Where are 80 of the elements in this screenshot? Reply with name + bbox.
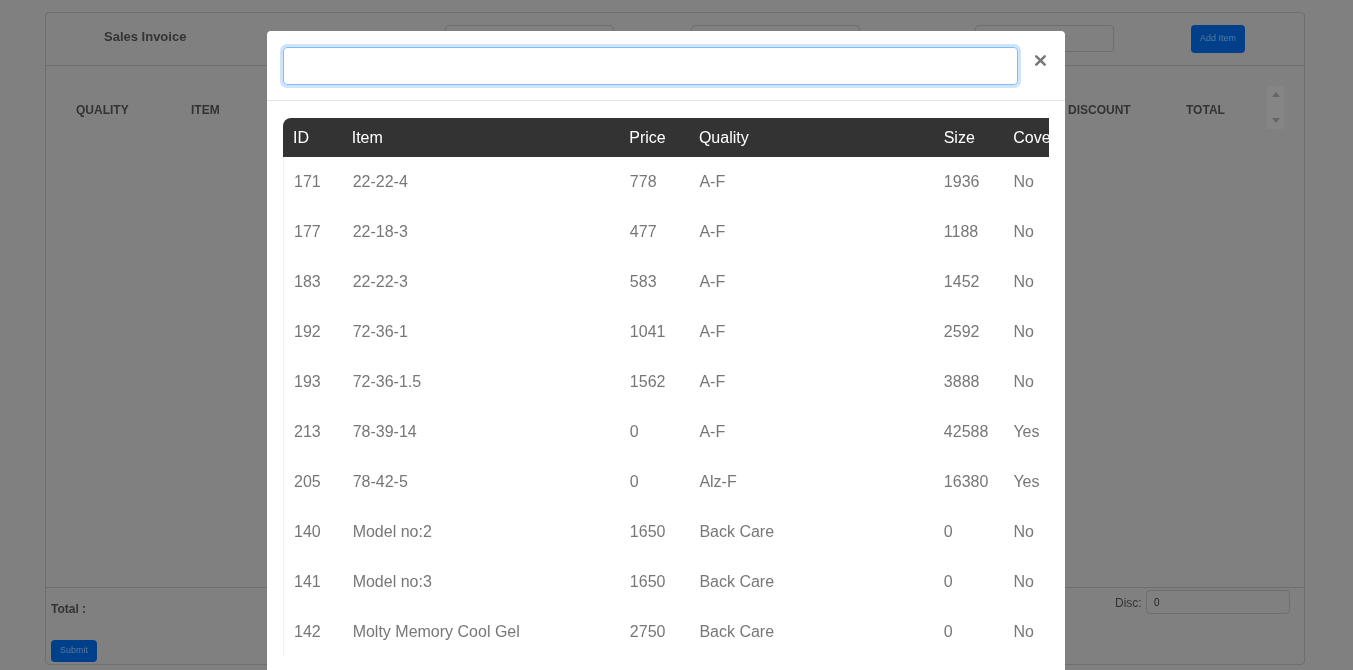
- table-cell-text: 583: [629, 272, 658, 292]
- table-cell-text: A-F: [699, 322, 727, 342]
- table-cell-text: 1452: [943, 272, 981, 292]
- table-cell-text: 42588: [943, 422, 990, 442]
- table-cell-text: 1041: [629, 322, 667, 342]
- table-cell-text: 16380: [943, 472, 990, 492]
- table-cell-text: 78-42-5: [352, 472, 409, 492]
- table-cell-text: 141: [294, 572, 322, 592]
- table-cell-text: 177: [294, 222, 322, 242]
- table-cell-text: 72-36-1.5: [352, 372, 423, 392]
- table-cell-text: 193: [294, 372, 322, 392]
- column-header: Item: [351, 127, 384, 148]
- table-cell-text: 22-18-3: [352, 222, 409, 242]
- table-cell-text: Back Care: [699, 622, 776, 642]
- table-cell-text: Yes: [1013, 472, 1041, 492]
- table-cell-text: A-F: [699, 372, 727, 392]
- table-cell-text: 0: [629, 422, 640, 442]
- table-cell-text: Yes: [1013, 422, 1041, 442]
- total-label: Total :: [51, 601, 87, 618]
- invoice-title: Sales Invoice: [104, 28, 187, 46]
- table-cell-text: 213: [294, 422, 322, 442]
- table-cell-text: No: [1013, 522, 1035, 542]
- column-header: Size: [943, 127, 976, 148]
- table-cell-text: No: [1013, 272, 1035, 292]
- table-cell-text: Alz-F: [699, 472, 738, 492]
- table-cell-text: 2592: [943, 322, 981, 342]
- table-cell-text: No: [1013, 222, 1035, 242]
- table-cell-text: A-F: [699, 172, 727, 192]
- column-header: QUALITY: [76, 102, 129, 119]
- table-cell-text: No: [1013, 572, 1035, 592]
- table-cell-text: 1188: [943, 222, 980, 242]
- column-header: Price: [629, 127, 667, 148]
- column-header: TOTAL: [1186, 102, 1225, 119]
- table-cell-text: 2750: [629, 622, 667, 642]
- table-cell-text: 205: [294, 472, 322, 492]
- up-arrow-icon[interactable]: [1271, 92, 1280, 97]
- table-cell-text: 72-36-1: [352, 322, 409, 342]
- table-cell-text: Model no:3: [352, 572, 433, 592]
- table-cell-text: 22-22-3: [352, 272, 409, 292]
- table-cell-text: Model no:2: [352, 522, 433, 542]
- table-cell-text: 192: [294, 322, 322, 342]
- table-cell-text: 1650: [629, 572, 667, 592]
- table-cell-text: 171: [294, 172, 322, 192]
- disc-field[interactable]: 0: [1146, 590, 1290, 614]
- table-cell-text: 183: [294, 272, 322, 292]
- submit-button[interactable]: Submit: [51, 640, 97, 662]
- scroll-spinner[interactable]: [1267, 86, 1284, 129]
- table-cell-text: 142: [294, 622, 322, 642]
- search-field[interactable]: [283, 47, 1019, 85]
- column-header: Quality: [698, 127, 750, 148]
- table-cell-text: No: [1013, 372, 1035, 392]
- table-cell-text: 0: [943, 522, 954, 542]
- table-cell-text: 477: [629, 222, 658, 242]
- table-cell-text: A-F: [699, 222, 727, 242]
- column-header: ID: [293, 127, 310, 148]
- table-cell-text: Back Care: [699, 522, 776, 542]
- add-item-button[interactable]: Add Item: [1191, 25, 1245, 53]
- table-cell-text: No: [1013, 172, 1035, 192]
- table-cell-text: 1650: [629, 522, 667, 542]
- table-cell-text: 0: [629, 472, 640, 492]
- table-cell-text: Molty Memory Cool Gel: [352, 622, 521, 642]
- table-cell-text: 0: [943, 572, 954, 592]
- table-cell-text: 140: [294, 522, 322, 542]
- table-cell-text: 78-39-14: [352, 422, 418, 442]
- table-cell-text: 778: [629, 172, 658, 192]
- column-header: DISCOUNT: [1068, 102, 1131, 119]
- table-cell-text: A-F: [699, 272, 727, 292]
- table-cell-text: 3888: [943, 372, 981, 392]
- table-cell-text: No: [1013, 622, 1035, 642]
- table-cell-text: A-F: [699, 422, 727, 442]
- column-header: ITEM: [191, 102, 220, 119]
- disc-label: Disc:: [1115, 595, 1142, 612]
- close-icon[interactable]: [1032, 52, 1049, 69]
- down-arrow-icon[interactable]: [1271, 118, 1280, 123]
- table-cell-text: 1562: [629, 372, 667, 392]
- table-cell-text: 1936: [943, 172, 981, 192]
- table-cell-text: Back Care: [699, 572, 776, 592]
- table-cell-text: 22-22-4: [352, 172, 409, 192]
- table-cell-text: No: [1013, 322, 1035, 342]
- table-cell-text: 0: [943, 622, 954, 642]
